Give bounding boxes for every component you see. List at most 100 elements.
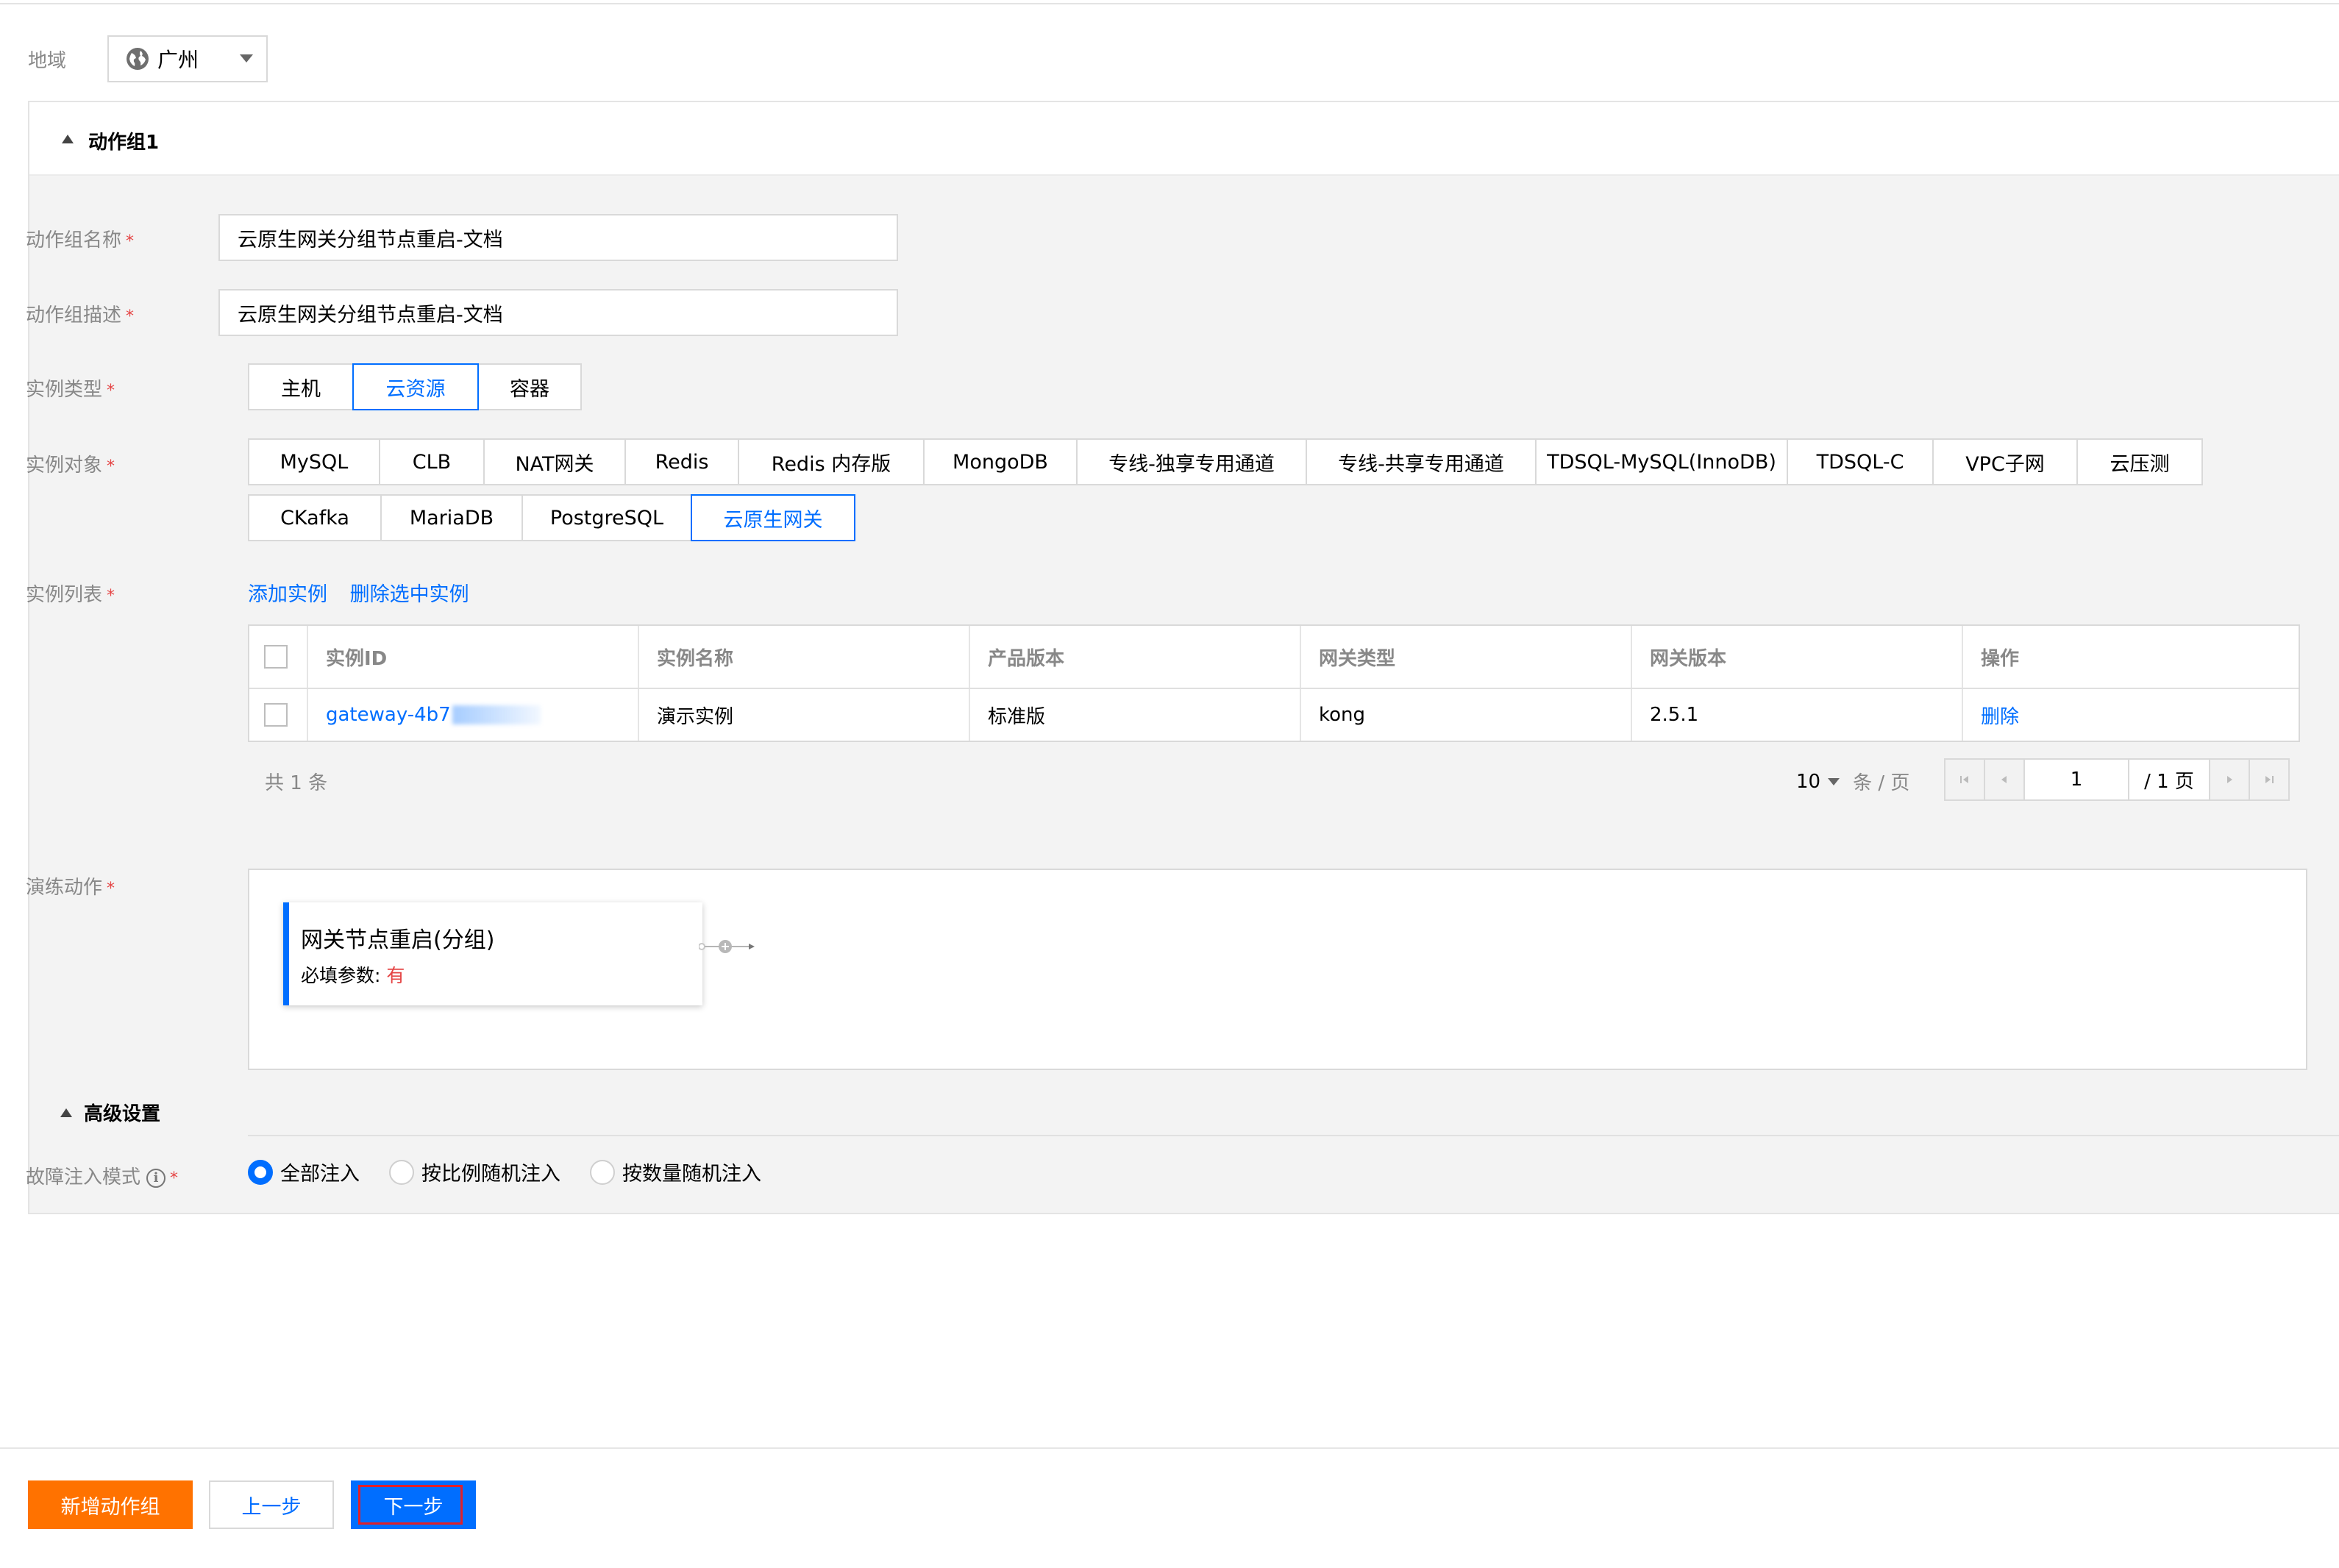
- table-header: 实例ID 实例名称 产品版本 网关类型 网关版本 操作: [249, 626, 2299, 689]
- page-size-unit: 条 / 页: [1853, 772, 1910, 794]
- radio-unchecked-icon: [590, 1159, 615, 1185]
- drill-action-title: 网关节点重启(分组): [301, 927, 495, 953]
- object-nat[interactable]: NAT网关: [483, 438, 626, 485]
- instance-type-host[interactable]: 主机: [248, 363, 354, 410]
- collapse-icon[interactable]: [62, 135, 74, 143]
- last-page-icon: [2265, 776, 2274, 783]
- object-cloud-native-gateway[interactable]: 云原生网关: [691, 494, 855, 541]
- drill-action-params: 必填参数: 有: [301, 965, 405, 986]
- col-instance-name: 实例名称: [639, 626, 970, 688]
- object-mariadb[interactable]: MariaDB: [380, 494, 523, 541]
- object-postgresql[interactable]: PostgreSQL: [521, 494, 692, 541]
- row-select-cell: [249, 689, 308, 741]
- table-row: gateway-4b7 演示实例 标准版 kong 2.5.1 删除: [249, 689, 2299, 741]
- row-gateway-version: 2.5.1: [1632, 689, 1963, 741]
- advanced-divider: [248, 1135, 2339, 1136]
- row-gateway-type: kong: [1301, 689, 1632, 741]
- advanced-settings-header[interactable]: 高级设置: [60, 1099, 160, 1126]
- fault-mode-count[interactable]: 按数量随机注入: [590, 1158, 761, 1186]
- row-instance-name: 演示实例: [639, 689, 970, 741]
- redacted-mask: [452, 705, 541, 724]
- required-param-value: 有: [386, 965, 405, 986]
- instance-list-actions: 添加实例 删除选中实例: [248, 578, 485, 607]
- row-product-version: 标准版: [970, 689, 1301, 741]
- action-group-title: 动作组1: [88, 132, 160, 154]
- next-page-button[interactable]: [2209, 758, 2250, 801]
- fault-mode-ratio[interactable]: 按比例随机注入: [389, 1158, 560, 1186]
- region-label: 地域: [28, 50, 67, 72]
- object-load-test[interactable]: 云压测: [2076, 438, 2203, 485]
- prev-page-button[interactable]: [1984, 758, 2025, 801]
- object-mysql[interactable]: MySQL: [248, 438, 380, 485]
- first-page-button[interactable]: [1944, 758, 1985, 801]
- object-ckafka[interactable]: CKafka: [248, 494, 382, 541]
- page-size-select[interactable]: 10 条 / 页: [1796, 768, 1909, 795]
- col-gateway-type: 网关类型: [1301, 626, 1632, 688]
- advanced-settings-title: 高级设置: [84, 1103, 161, 1125]
- group-name-input[interactable]: 云原生网关分组节点重启-文档: [218, 214, 898, 261]
- instance-list-label: 实例列表 *: [26, 584, 115, 606]
- object-redis[interactable]: Redis: [624, 438, 739, 485]
- instance-table: 实例ID 实例名称 产品版本 网关类型 网关版本 操作 gateway-4b7 …: [248, 624, 2300, 742]
- total-pages: / 1 页: [2128, 758, 2210, 801]
- instance-type-segment: 主机 云资源 容器: [248, 363, 582, 410]
- add-action-group-button[interactable]: 新增动作组: [28, 1480, 193, 1529]
- info-icon[interactable]: i: [146, 1168, 166, 1188]
- drill-action-label: 演练动作 *: [26, 877, 115, 899]
- page-number-input[interactable]: 1: [2023, 758, 2129, 801]
- fault-mode-label: 故障注入模式 i *: [26, 1166, 179, 1189]
- row-checkbox[interactable]: [264, 703, 288, 727]
- footer-divider: [0, 1447, 2339, 1449]
- object-tdsql-c[interactable]: TDSQL-C: [1787, 438, 1934, 485]
- delete-selected-link[interactable]: 删除选中实例: [350, 583, 469, 606]
- object-vpc-subnet[interactable]: VPC子网: [1932, 438, 2078, 485]
- top-divider: [0, 0, 2339, 4]
- next-page-icon: [2227, 776, 2232, 783]
- fault-mode-all[interactable]: 全部注入: [248, 1158, 360, 1186]
- group-desc-label: 动作组描述 *: [26, 304, 135, 327]
- action-group-header[interactable]: 动作组1: [29, 102, 2339, 176]
- select-all-cell: [249, 626, 308, 688]
- object-redis-mem[interactable]: Redis 内存版: [738, 438, 925, 485]
- next-step-button[interactable]: 下一步: [351, 1480, 476, 1529]
- instance-object-label: 实例对象 *: [26, 455, 115, 477]
- instance-id-link[interactable]: gateway-4b7: [326, 704, 451, 726]
- collapse-icon: [60, 1108, 72, 1117]
- object-dc-dedicated[interactable]: 专线-独享专用通道: [1076, 438, 1307, 485]
- region-select[interactable]: 广州: [107, 35, 268, 82]
- instance-type-cloud[interactable]: 云资源: [352, 363, 479, 410]
- object-dc-shared[interactable]: 专线-共享专用通道: [1306, 438, 1537, 485]
- col-product-version: 产品版本: [970, 626, 1301, 688]
- prev-step-button[interactable]: 上一步: [209, 1480, 334, 1529]
- col-action: 操作: [1981, 647, 2020, 670]
- group-desc-input[interactable]: 云原生网关分组节点重启-文档: [218, 289, 898, 336]
- object-tdsql-mysql[interactable]: TDSQL-MySQL(InnoDB): [1535, 438, 1788, 485]
- select-all-checkbox[interactable]: [264, 645, 288, 669]
- instance-type-label: 实例类型 *: [26, 379, 115, 401]
- row-action-cell: 删除: [1963, 689, 2299, 741]
- col-gateway-version: 网关版本: [1632, 626, 1963, 688]
- instance-object-row2: CKafka MariaDB PostgreSQL 云原生网关: [248, 494, 855, 541]
- pagination-nav: 1 / 1 页: [1944, 758, 2290, 801]
- add-action-connector[interactable]: [699, 939, 758, 954]
- drill-action-canvas: 网关节点重启(分组) 必填参数: 有: [248, 869, 2307, 1070]
- row-instance-id-cell: gateway-4b7: [308, 689, 639, 741]
- chevron-down-icon: [240, 54, 253, 63]
- instance-object-row1: MySQL CLB NAT网关 Redis Redis 内存版 MongoDB …: [248, 438, 2203, 485]
- object-clb[interactable]: CLB: [379, 438, 485, 485]
- first-page-icon: [1960, 776, 1968, 783]
- add-instance-link[interactable]: 添加实例: [248, 583, 327, 606]
- drill-action-card[interactable]: 网关节点重启(分组) 必填参数: 有: [283, 902, 702, 1005]
- object-mongodb[interactable]: MongoDB: [923, 438, 1078, 485]
- pagination-total: 共 1 条: [265, 772, 328, 794]
- chevron-down-icon: [1828, 777, 1840, 785]
- radio-unchecked-icon: [389, 1159, 414, 1185]
- delete-row-link[interactable]: 删除: [1981, 702, 2019, 729]
- fault-mode-radio-group: 全部注入 按比例随机注入 按数量随机注入: [248, 1158, 791, 1186]
- instance-type-container[interactable]: 容器: [477, 363, 582, 410]
- region-value: 广州: [157, 48, 199, 72]
- radio-checked-icon: [248, 1159, 273, 1185]
- group-name-label: 动作组名称 *: [26, 229, 135, 252]
- last-page-button[interactable]: [2249, 758, 2290, 801]
- page-size-value: 10: [1796, 770, 1821, 793]
